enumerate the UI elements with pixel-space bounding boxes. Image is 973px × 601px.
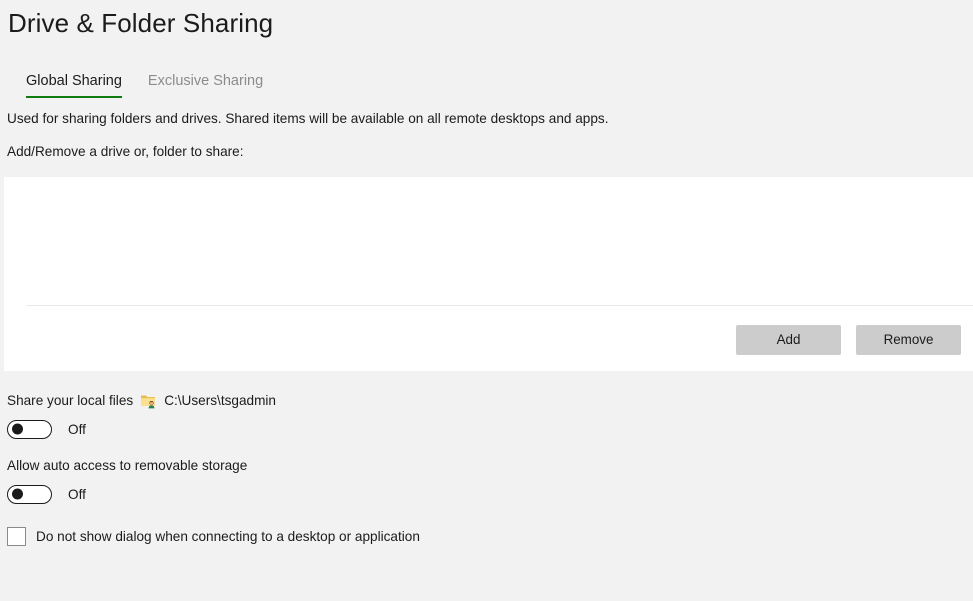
panel-divider	[26, 305, 973, 306]
removable-storage-label: Allow auto access to removable storage	[7, 457, 247, 475]
share-local-files-label: Share your local files	[7, 392, 133, 410]
removable-storage-toggle-line: Off	[7, 483, 247, 505]
setting-removable-storage: Allow auto access to removable storage O…	[7, 457, 247, 505]
toggle-knob	[12, 424, 23, 435]
shared-folder-icon	[140, 393, 158, 409]
panel-button-bar: Add Remove	[4, 325, 973, 355]
share-local-files-line: Share your local files C:\Users\tsgadmin	[7, 392, 276, 410]
setting-share-local-files: Share your local files C:\Users\tsgadmin…	[7, 392, 276, 440]
tab-global-sharing[interactable]: Global Sharing	[26, 72, 122, 98]
share-local-files-toggle[interactable]	[7, 420, 52, 439]
page-title: Drive & Folder Sharing	[8, 8, 273, 39]
description-text: Used for sharing folders and drives. Sha…	[7, 110, 608, 127]
removable-storage-line: Allow auto access to removable storage	[7, 457, 247, 475]
hide-dialog-label: Do not show dialog when connecting to a …	[36, 529, 420, 544]
share-panel: Add Remove	[4, 177, 973, 371]
add-remove-label: Add/Remove a drive or, folder to share:	[7, 143, 244, 160]
removable-storage-toggle[interactable]	[7, 485, 52, 504]
tabstrip: Global Sharing Exclusive Sharing	[26, 72, 263, 98]
share-local-files-path: C:\Users\tsgadmin	[164, 392, 276, 410]
hide-dialog-checkbox[interactable]	[7, 527, 26, 546]
tab-exclusive-sharing[interactable]: Exclusive Sharing	[148, 72, 263, 98]
add-button[interactable]: Add	[736, 325, 841, 355]
toggle-knob	[12, 489, 23, 500]
shared-items-list[interactable]	[22, 177, 973, 305]
remove-button[interactable]: Remove	[856, 325, 961, 355]
removable-storage-toggle-state: Off	[68, 487, 86, 502]
share-local-files-toggle-state: Off	[68, 422, 86, 437]
setting-hide-dialog: Do not show dialog when connecting to a …	[7, 527, 420, 546]
share-local-files-toggle-line: Off	[7, 418, 276, 440]
